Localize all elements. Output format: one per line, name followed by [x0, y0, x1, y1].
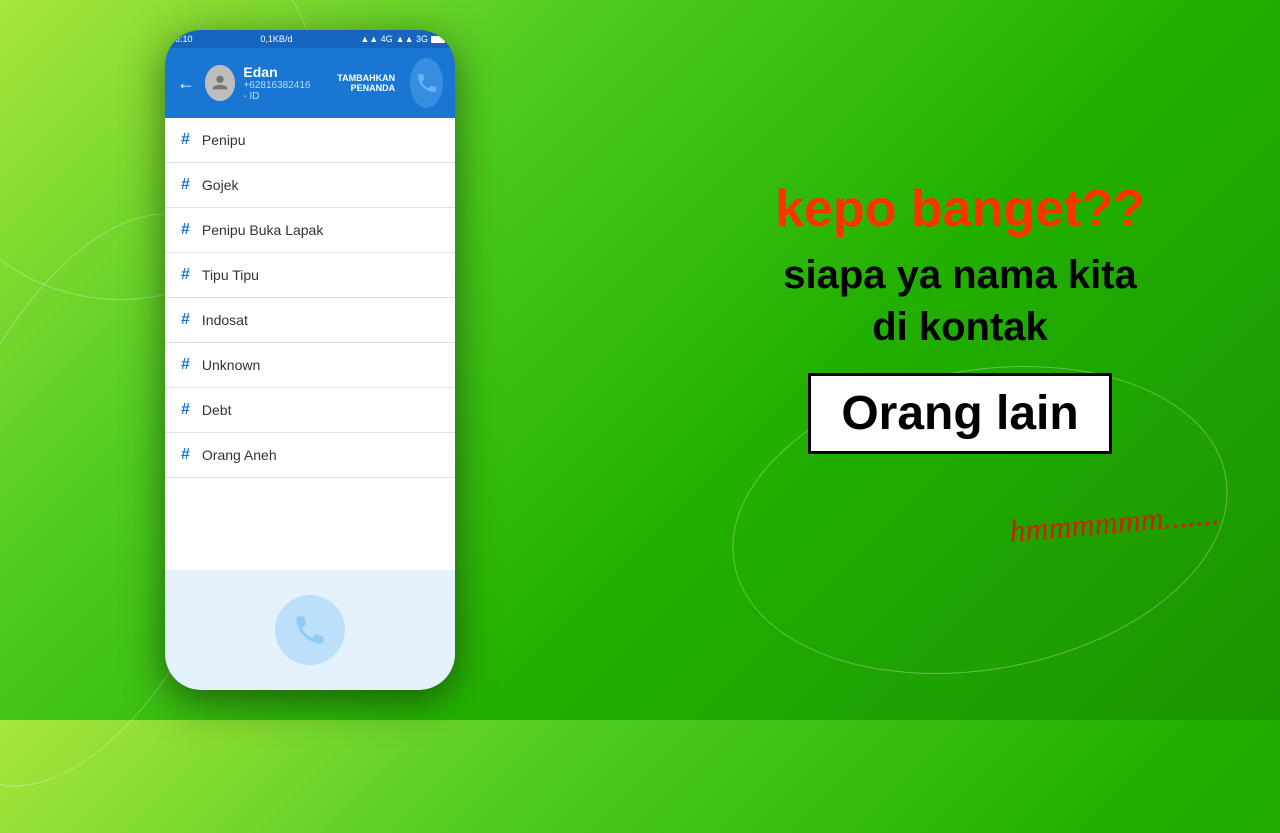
tag-hash-icon: #: [181, 401, 190, 419]
list-item[interactable]: # Gojek: [165, 163, 455, 208]
tag-hash-icon: #: [181, 266, 190, 284]
text-hmm: hmmmmmm.......: [1008, 495, 1221, 550]
status-signal: ▲▲ 4G ▲▲ 3G: [360, 34, 445, 44]
list-item[interactable]: # Penipu: [165, 118, 455, 163]
tag-hash-icon: #: [181, 131, 190, 149]
tag-label: Penipu Buka Lapak: [202, 222, 323, 238]
status-time: 6:10: [175, 34, 193, 44]
app-header: ← Edan +62816382416 - ID: [165, 48, 455, 118]
call-icon[interactable]: [410, 58, 443, 108]
battery-icon: [431, 36, 445, 43]
text-siapa: siapa ya nama kita di kontak: [783, 249, 1137, 353]
right-panel: kepo banget?? siapa ya nama kita di kont…: [640, 0, 1280, 720]
avatar-inner: [205, 65, 235, 101]
phone-container: 6:10 0,1KB/d ▲▲ 4G ▲▲ 3G ←: [150, 0, 470, 720]
list-item[interactable]: # Indosat: [165, 298, 455, 343]
list-item[interactable]: # Penipu Buka Lapak: [165, 208, 455, 253]
text-orang-lain: Orang lain: [841, 387, 1078, 440]
tag-label: Gojek: [202, 177, 239, 193]
text-siapa-line1: siapa ya nama kita: [783, 253, 1137, 297]
contact-phone: +62816382416 - ID: [243, 80, 316, 102]
tag-label: Orang Aneh: [202, 447, 277, 463]
tag-hash-icon: #: [181, 446, 190, 464]
signal-3g: ▲▲ 3G: [396, 34, 428, 44]
phone-screen: 6:10 0,1KB/d ▲▲ 4G ▲▲ 3G ←: [165, 30, 455, 690]
list-item[interactable]: # Debt: [165, 388, 455, 433]
text-di-kontak: di kontak: [872, 305, 1048, 349]
tag-list: # Penipu # Gojek # Penipu Buka Lapak # Tipu Tip…: [165, 118, 455, 570]
tag-hash-icon: #: [181, 221, 190, 239]
status-bar: 6:10 0,1KB/d ▲▲ 4G ▲▲ 3G: [165, 30, 455, 48]
tag-hash-icon: #: [181, 311, 190, 329]
tag-label: Penipu: [202, 132, 246, 148]
text-kepo: kepo banget??: [775, 179, 1145, 239]
contact-details: Edan +62816382416 - ID: [243, 64, 316, 102]
back-button[interactable]: ←: [177, 73, 195, 94]
tag-hash-icon: #: [181, 356, 190, 374]
contact-name: Edan: [243, 64, 316, 80]
avatar: [205, 65, 235, 101]
list-item[interactable]: # Unknown: [165, 343, 455, 388]
list-item[interactable]: # Tipu Tipu: [165, 253, 455, 298]
status-data: 0,1KB/d: [260, 34, 292, 44]
phone-bottom: [165, 570, 455, 690]
text-orang-lain-box: Orang lain: [808, 373, 1111, 454]
phone-mockup: 6:10 0,1KB/d ▲▲ 4G ▲▲ 3G ←: [165, 30, 455, 690]
contact-info: Edan +62816382416 - ID: [205, 64, 316, 102]
tag-label: Debt: [202, 402, 232, 418]
tag-hash-icon: #: [181, 176, 190, 194]
list-item[interactable]: # Orang Aneh: [165, 433, 455, 478]
tag-label: Unknown: [202, 357, 260, 373]
tag-label: Tipu Tipu: [202, 267, 259, 283]
tambahkan-button[interactable]: TAMBAHKAN PENANDA: [326, 73, 395, 93]
tag-label: Indosat: [202, 312, 248, 328]
bottom-call-icon: [275, 595, 345, 665]
signal-4g: ▲▲ 4G: [360, 34, 392, 44]
